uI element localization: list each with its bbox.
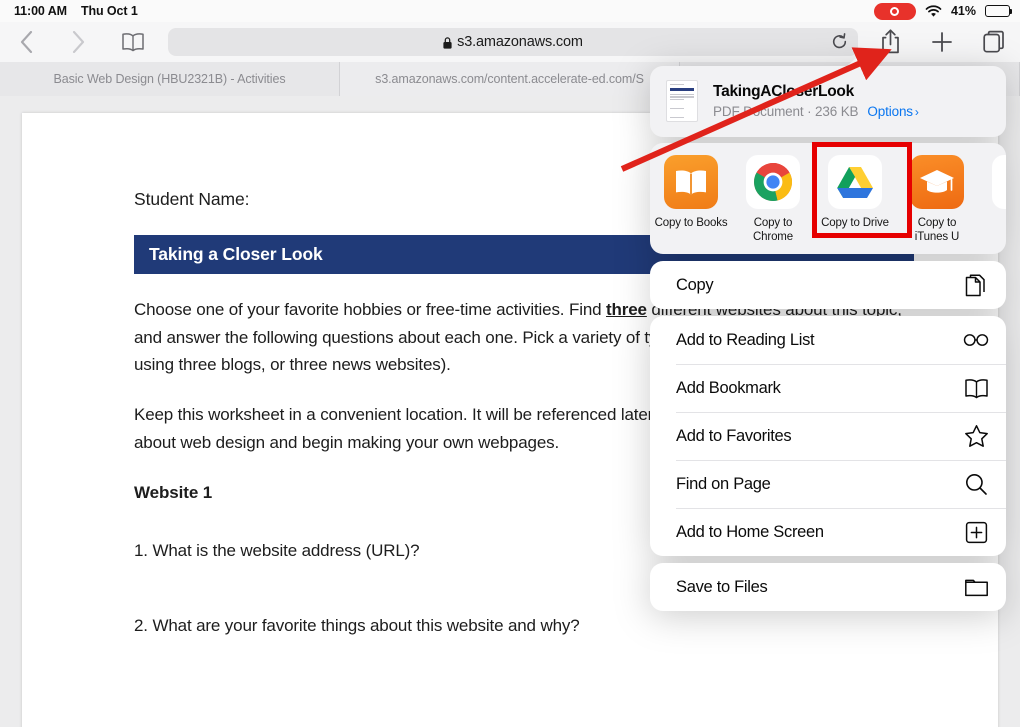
google-drive-app-icon	[828, 155, 882, 209]
battery-icon	[985, 5, 1013, 17]
label-line-1: Copy to	[917, 217, 957, 229]
lock-icon	[443, 36, 452, 49]
label-line-2: iTunes U	[914, 231, 960, 244]
menu-item-label: Add to Favorites	[676, 426, 792, 445]
menu-item-label: Add to Reading List	[676, 330, 815, 349]
reload-button[interactable]	[831, 33, 848, 56]
label-line-2: Chrome	[752, 231, 793, 244]
itunes-u-app-icon	[910, 155, 964, 209]
share-app-label: Copy to Chrome	[753, 216, 793, 244]
star-icon	[963, 424, 989, 448]
share-app-copy-to-chrome[interactable]: Copy to Chrome	[732, 155, 814, 244]
share-app-copy-to-books[interactable]: Copy to Books	[650, 155, 732, 230]
glasses-icon	[963, 333, 989, 347]
partial-app-icon	[992, 155, 1006, 209]
chevron-right-icon: ›	[914, 105, 919, 119]
new-tab-button[interactable]	[916, 22, 968, 62]
share-app-copy-to-drive[interactable]: Copy to Drive	[814, 155, 896, 230]
share-app-label: Copy to Drive	[821, 217, 889, 229]
share-menu-item-add-bookmark[interactable]: Add Bookmark	[650, 364, 1006, 412]
wifi-icon	[925, 4, 942, 18]
share-menu-item-save-to-files[interactable]: Save to Files	[650, 563, 1006, 611]
para1-emphasis: three	[606, 300, 647, 319]
share-menu-group-3: Save to Files	[650, 563, 1006, 612]
menu-item-label: Add Bookmark	[676, 378, 781, 397]
status-time: 11:00 AM	[14, 4, 67, 18]
document-question-2: 2. What are your favorite things about t…	[134, 615, 580, 635]
document-thumbnail	[666, 80, 698, 122]
plus-square-icon	[963, 521, 989, 544]
share-file-name: TakingACloserLook	[713, 83, 855, 100]
share-options-label: Options	[867, 104, 913, 119]
share-app-copy-to-itunes-u[interactable]: Copy to iTunes U	[896, 155, 978, 244]
menu-item-label: Find on Page	[676, 474, 771, 493]
menu-item-label: Save to Files	[676, 577, 768, 596]
safari-toolbar: s3.amazonaws.com	[0, 22, 1020, 62]
status-bar-left: 11:00 AM Thu Oct 1	[0, 4, 138, 18]
share-file-meta: PDF Document · 236 KB	[713, 104, 859, 119]
menu-item-label: Add to Home Screen	[676, 522, 824, 541]
battery-percent: 41%	[950, 4, 976, 18]
menu-item-label: Copy	[676, 275, 714, 294]
bookmarks-button[interactable]	[104, 22, 162, 62]
search-icon	[963, 472, 989, 496]
back-button[interactable]	[0, 22, 52, 62]
folder-icon	[963, 577, 989, 598]
share-menu-item-add-to-favorites[interactable]: Add to Favorites	[650, 412, 1006, 460]
share-button[interactable]	[864, 22, 916, 62]
label-line-1: Copy to	[753, 217, 793, 229]
tab-label: Basic Web Design (HBU2321B) - Activities	[53, 72, 286, 86]
share-apps-row: Copy to Books Copy to Chrome Copy to Dri…	[650, 143, 1006, 255]
share-menu-group-1: Copy	[650, 261, 1006, 310]
forward-button[interactable]	[52, 22, 104, 62]
record-indicator	[873, 2, 916, 20]
share-menu-group-2: Add to Reading List Add Bookmark Add to …	[650, 316, 1006, 557]
para1-part1: Choose one of your favorite hobbies or f…	[134, 300, 607, 319]
share-menu-item-add-to-reading-list[interactable]: Add to Reading List	[650, 316, 1006, 364]
copy-icon	[963, 273, 989, 298]
share-file-meta-row: PDF Document · 236 KB Options ›	[713, 104, 990, 119]
share-sheet-header: TakingACloserLook PDF Document · 236 KB …	[650, 66, 1006, 137]
url-text: s3.amazonaws.com	[457, 34, 583, 50]
browser-tab-1[interactable]: s3.amazonaws.com/content.accelerate-ed.c…	[340, 62, 680, 96]
books-app-icon	[664, 155, 718, 209]
status-date: Thu Oct 1	[80, 4, 138, 18]
share-menu-item-add-to-home-screen[interactable]: Add to Home Screen	[650, 508, 1006, 556]
share-sheet: TakingACloserLook PDF Document · 236 KB …	[650, 57, 1006, 612]
share-app-label: Copy to iTunes U	[914, 216, 960, 244]
share-app-partial[interactable]	[978, 155, 1006, 216]
share-app-label: Copy to Books	[654, 217, 728, 229]
chrome-app-icon	[746, 155, 800, 209]
show-tabs-button[interactable]	[968, 22, 1020, 62]
url-display: s3.amazonaws.com	[443, 34, 583, 50]
book-icon	[963, 378, 989, 399]
url-bar[interactable]: s3.amazonaws.com	[168, 28, 858, 56]
share-sheet-pointer	[846, 57, 868, 67]
share-menu-item-copy[interactable]: Copy	[650, 261, 1006, 309]
share-menu-item-find-on-page[interactable]: Find on Page	[650, 460, 1006, 508]
browser-tab-0[interactable]: Basic Web Design (HBU2321B) - Activities	[0, 62, 340, 96]
ipad-safari-screen: 11:00 AM Thu Oct 1 41% s3.amazonaws.com …	[0, 0, 1020, 727]
tab-label: s3.amazonaws.com/content.accelerate-ed.c…	[375, 72, 644, 86]
status-bar: 11:00 AM Thu Oct 1 41%	[0, 0, 1020, 22]
share-options-button[interactable]: Options ›	[867, 104, 918, 119]
status-bar-right: 41%	[873, 2, 1020, 20]
share-file-info: TakingACloserLook PDF Document · 236 KB …	[713, 83, 990, 119]
